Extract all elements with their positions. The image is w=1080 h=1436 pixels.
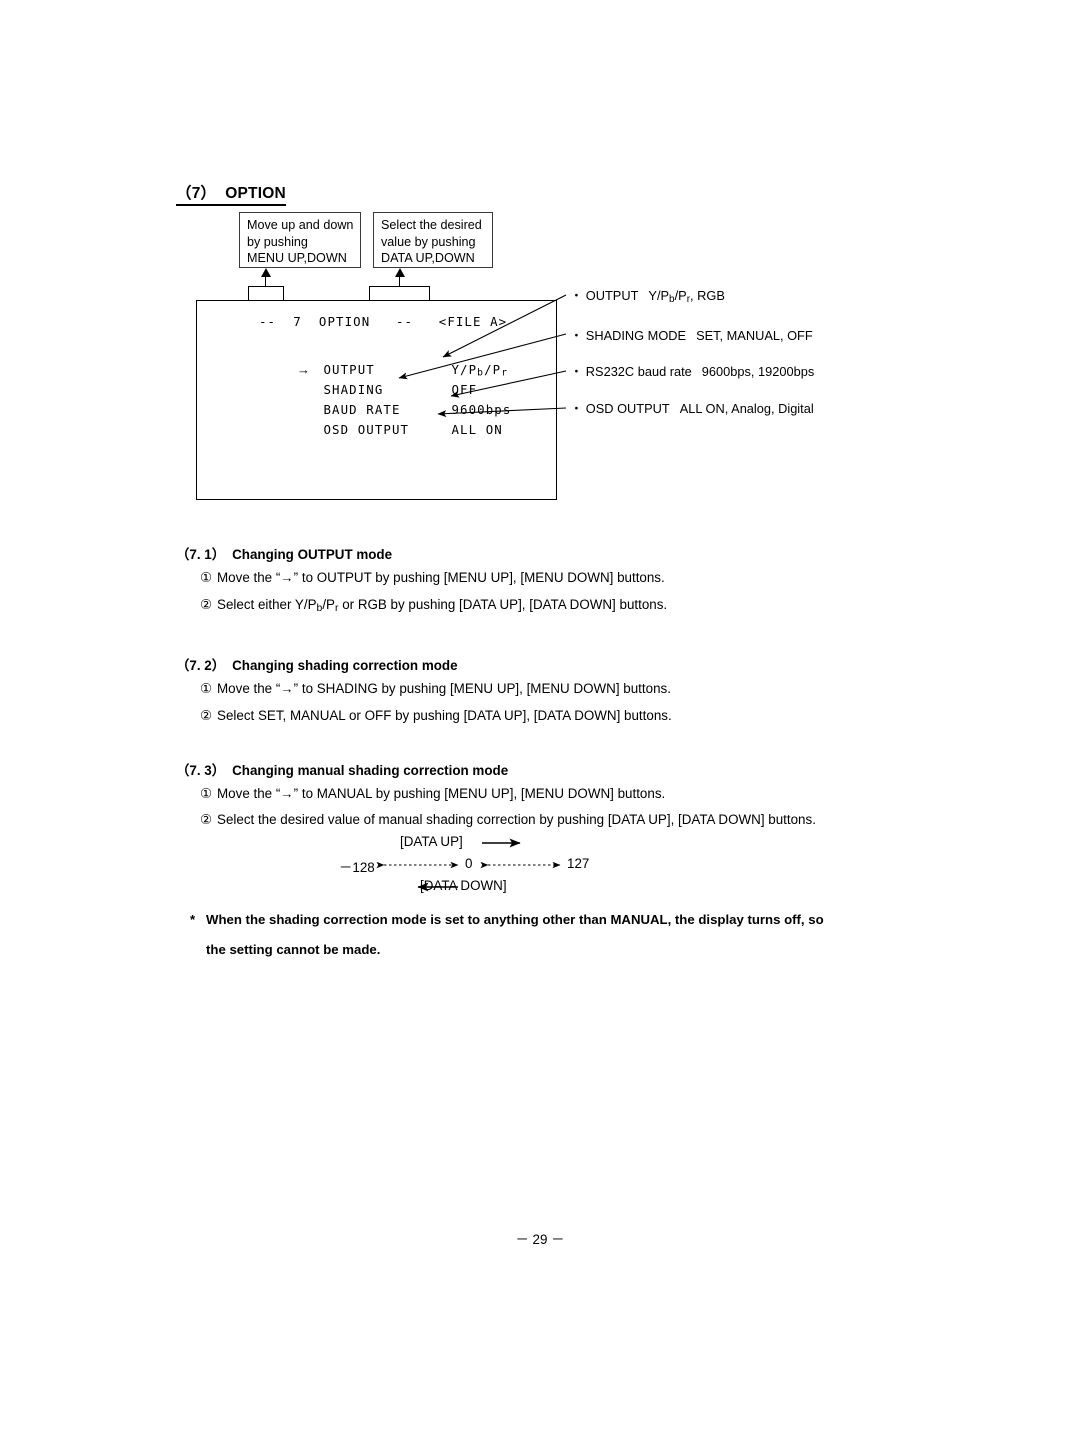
osd-value-osd-output[interactable]: ALL ON [451, 422, 502, 437]
annotation-shading-mode-options: SET, MANUAL, OFF [696, 328, 813, 343]
step-text: Move the “→” to OUTPUT by pushing [MENU … [217, 570, 665, 585]
step-marker: ② [200, 597, 213, 612]
callout-menu-line1: Move up and down [247, 218, 354, 232]
callout-menu-line2: by pushing [247, 234, 308, 249]
subsection-heading-7-3: （7. 3） Changing manual shading correction… [176, 759, 508, 779]
frame-tab-data [369, 286, 430, 301]
step-7-1-1: ① Move the “→” to OUTPUT by pushing [MENU… [200, 570, 665, 586]
step-7-2-2: ② Select SET, MANUAL or OFF by pushing [D… [200, 708, 672, 724]
callout-menu-arrow-icon [261, 268, 271, 277]
osd-screen: -- 7 OPTION -- <FILE A> → OUTPUT Y/Pb/Pr S… [197, 301, 556, 499]
annotation-osd-output-name: OSD OUTPUT [585, 401, 670, 416]
osd-row-osd-output[interactable]: OSD OUTPUT ALL ON [255, 407, 503, 452]
annotation-shading-mode: ・ SHADING MODE SET, MANUAL, OFF [570, 328, 813, 343]
subsection-7-3-number: （7. 3） [176, 763, 226, 778]
step-text: Select SET, MANUAL or OFF by pushing [DA… [217, 708, 672, 723]
subsection-7-3-title: Changing manual shading correction mode [232, 763, 509, 778]
callout-data-arrow-icon [395, 268, 405, 277]
page-title: （7） OPTION [176, 185, 286, 207]
callout-data-updown: Select the desired value by pushing DATA… [373, 212, 493, 268]
step-marker: ① [200, 786, 213, 801]
osd-menu-title: -- 7 OPTION -- <FILE A> [259, 314, 508, 329]
subsection-7-1-title: Changing OUTPUT mode [232, 547, 393, 562]
range-diagram-arrows: 0 dashed double arrow --> 127 dashed dou… [376, 838, 561, 892]
step-7-3-1: ① Move the “→” to MANUAL by pushing [MENU… [200, 786, 665, 802]
osd-screen-frame: -- 7 OPTION -- <FILE A> → OUTPUT Y/Pb/Pr S… [196, 300, 557, 500]
annotation-bullet-icon: ・ [570, 288, 583, 303]
callout-menu-line3: MENU UP,DOWN [247, 251, 347, 266]
footnote-star-icon: * [190, 912, 196, 927]
annotation-output-name: OUTPUT [585, 288, 639, 303]
osd-label-osd-output: OSD OUTPUT [323, 422, 410, 437]
step-7-2-1: ① Move the “→” to SHADING by pushing [MEN… [200, 681, 671, 697]
step-text: Select the desired value of manual shadi… [217, 812, 816, 827]
annotation-bullet-icon: ・ [570, 328, 583, 343]
annotation-output-options: Y/Pb/Pr, RGB [648, 288, 725, 305]
subsection-7-2-title: Changing shading correction mode [232, 658, 458, 673]
annotation-baud-rate-name: RS232C baud rate [585, 364, 692, 379]
step-marker: ① [200, 681, 213, 696]
annotation-osd-output: ・ OSD OUTPUT ALL ON, Analog, Digital [570, 401, 814, 416]
page-title-number: （7） [176, 185, 217, 202]
subsection-heading-7-2: （7. 2） Changing shading correction mode [176, 654, 458, 674]
footnote-line-2: the setting cannot be made. [206, 942, 381, 957]
callout-data-line2: value by pushing [381, 234, 476, 249]
subsection-7-2-number: （7. 2） [176, 658, 226, 673]
annotation-output: ・ OUTPUT Y/Pb/Pr, RGB [570, 288, 725, 306]
annotation-osd-output-options: ALL ON, Analog, Digital [679, 401, 814, 416]
step-text: Move the “→” to SHADING by pushing [MENU… [217, 681, 671, 696]
step-marker: ① [200, 570, 213, 585]
value-range-diagram: [DATA UP] [DATA DOWN] －128 0 127 0 dashe… [310, 834, 640, 896]
annotation-bullet-icon: ・ [570, 401, 583, 416]
annotation-bullet-icon: ・ [570, 364, 583, 379]
subsection-7-1-number: （7. 1） [176, 547, 226, 562]
step-7-1-2: ② Select either Y/Pb/Pr or RGB by pushing… [200, 597, 667, 614]
annotation-baud-rate: ・ RS232C baud rate 9600bps, 19200bps [570, 364, 814, 379]
manual-page: （7） OPTION Move up and down by pushing ME… [0, 0, 1080, 1436]
step-marker: ② [200, 708, 213, 723]
page-number: － 29 － [515, 1232, 565, 1247]
page-title-text: OPTION [225, 185, 286, 202]
step-text: Move the “→” to MANUAL by pushing [MENU … [217, 786, 666, 801]
footnote: * When the shading correction mode is se… [190, 905, 980, 965]
callout-data-line1: Select the desired [381, 218, 482, 232]
callout-menu-updown: Move up and down by pushing MENU UP,DOWN [239, 212, 361, 268]
annotation-shading-mode-name: SHADING MODE [585, 328, 687, 343]
footnote-line-1: When the shading correction mode is set … [206, 912, 824, 927]
step-7-3-2: ② Select the desired value of manual shad… [200, 812, 816, 828]
step-text: Select either Y/Pb/Pr or RGB by pushing … [217, 597, 668, 614]
frame-tab-menu [248, 286, 284, 301]
callout-data-line3: DATA UP,DOWN [381, 251, 475, 266]
step-marker: ② [200, 812, 213, 827]
subsection-heading-7-1: （7. 1） Changing OUTPUT mode [176, 543, 392, 563]
annotation-baud-rate-options: 9600bps, 19200bps [701, 364, 815, 379]
